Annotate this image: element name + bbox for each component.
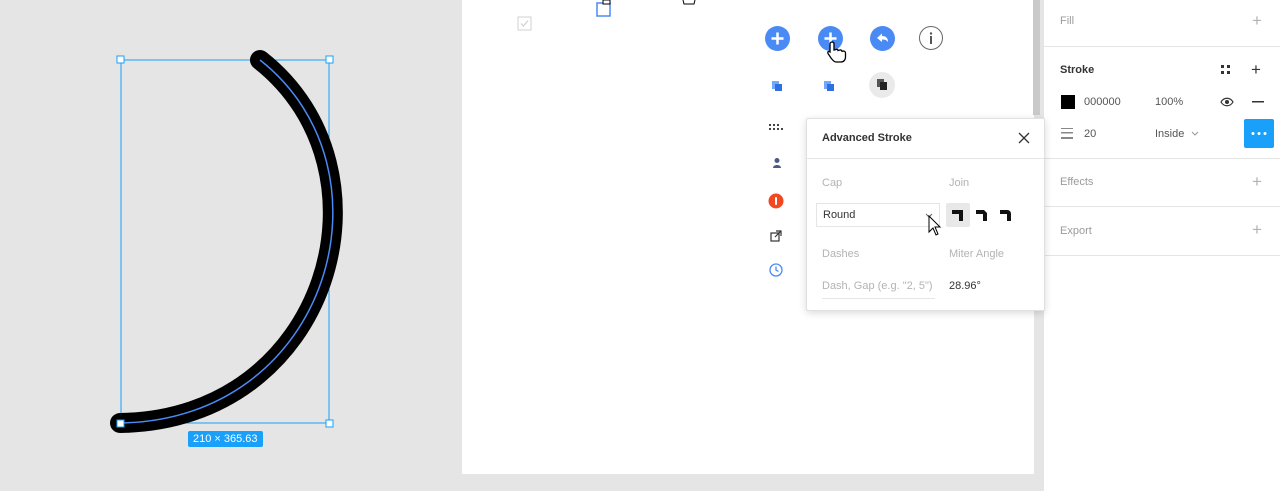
export-title: Export [1060, 225, 1092, 237]
checkbox-icon[interactable] [517, 16, 532, 31]
join-miter-icon [952, 210, 963, 221]
info-icon [929, 32, 933, 44]
user-icon[interactable] [772, 157, 782, 169]
hand-cursor-icon [827, 41, 847, 63]
cap-select[interactable]: Round [816, 203, 940, 227]
fill-section: Fill + [1044, 0, 1280, 47]
stroke-opacity[interactable]: 100% [1155, 96, 1183, 108]
paste-icon [877, 79, 887, 90]
miter-angle-value[interactable]: 28.96° [949, 280, 981, 292]
stroke-position-select[interactable]: Inside [1155, 128, 1184, 140]
eye-icon[interactable] [1220, 97, 1234, 107]
stroke-color-swatch[interactable] [1061, 95, 1075, 109]
grid-dots-icon[interactable] [768, 123, 784, 131]
add-stroke-icon[interactable]: + [1251, 61, 1261, 78]
duplicate-icon[interactable] [823, 80, 835, 92]
copy-icon[interactable] [771, 80, 783, 92]
frame-scrollbar[interactable] [1033, 0, 1040, 115]
more-dots-icon [1251, 132, 1267, 135]
join-bevel-icon [976, 210, 987, 221]
handle-bottom-left [116, 419, 125, 428]
advanced-stroke-popup: Advanced Stroke Cap Join Round Dashes Mi… [806, 118, 1045, 311]
popup-header: Advanced Stroke [807, 119, 1044, 159]
dashes-label: Dashes [822, 248, 860, 260]
chevron-down-icon [1191, 131, 1199, 136]
miter-angle-label: Miter Angle [949, 248, 1005, 260]
dash-gap-input[interactable]: Dash, Gap (e.g. "2, 5") [822, 280, 935, 299]
shape-fragment-icon [682, 0, 696, 5]
square-frame-icon[interactable] [596, 0, 612, 18]
advanced-stroke-button[interactable] [1244, 119, 1274, 148]
dimension-badge: 210 × 365.63 [188, 431, 263, 447]
info-button[interactable] [919, 26, 943, 50]
close-icon[interactable] [1018, 132, 1030, 144]
join-round-icon [1000, 210, 1011, 221]
arc-shape [110, 50, 343, 433]
effects-section: Effects + [1044, 158, 1280, 207]
fill-title: Fill [1060, 15, 1075, 27]
handle-bottom-right [325, 419, 334, 428]
add-export-icon[interactable]: + [1252, 221, 1262, 238]
join-round-button[interactable] [994, 203, 1018, 227]
add-button[interactable] [765, 26, 790, 51]
stroke-weight-icon [1061, 128, 1073, 139]
style-grid-icon[interactable] [1220, 64, 1231, 75]
stroke-color-hex[interactable]: 000000 [1084, 96, 1121, 108]
clock-icon[interactable] [769, 263, 783, 277]
popup-title: Advanced Stroke [822, 132, 912, 144]
stroke-title: Stroke [1060, 64, 1095, 76]
undo-icon [877, 33, 888, 42]
export-section: Export + [1044, 206, 1280, 256]
design-canvas[interactable]: 210 × 365.63 [0, 0, 462, 491]
handle-top-left [116, 55, 125, 64]
plus-icon [771, 32, 784, 45]
alert-icon[interactable] [768, 193, 784, 209]
join-bevel-button[interactable] [970, 203, 994, 227]
properties-panel: Fill + Stroke + 000000 100% 20 Inside Ef… [1043, 0, 1280, 491]
join-label: Join [949, 177, 970, 189]
external-link-icon[interactable] [770, 230, 782, 242]
canvas-bottom-strip [462, 474, 1042, 491]
add-fill-icon[interactable]: + [1252, 12, 1262, 29]
handle-top-right [325, 55, 334, 64]
arrow-cursor-icon [928, 215, 942, 236]
stroke-section: Stroke + 000000 100% 20 Inside [1044, 46, 1280, 159]
paste-button[interactable] [869, 72, 895, 98]
effects-title: Effects [1060, 176, 1094, 188]
add-effect-icon[interactable]: + [1252, 173, 1262, 190]
join-miter-button[interactable] [946, 203, 970, 227]
remove-stroke-icon[interactable] [1252, 101, 1264, 103]
cap-label: Cap [822, 177, 843, 189]
stroke-weight-value[interactable]: 20 [1084, 128, 1096, 140]
canvas-drawing[interactable] [0, 0, 462, 491]
undo-button[interactable] [870, 26, 895, 51]
cap-value: Round [823, 209, 856, 221]
